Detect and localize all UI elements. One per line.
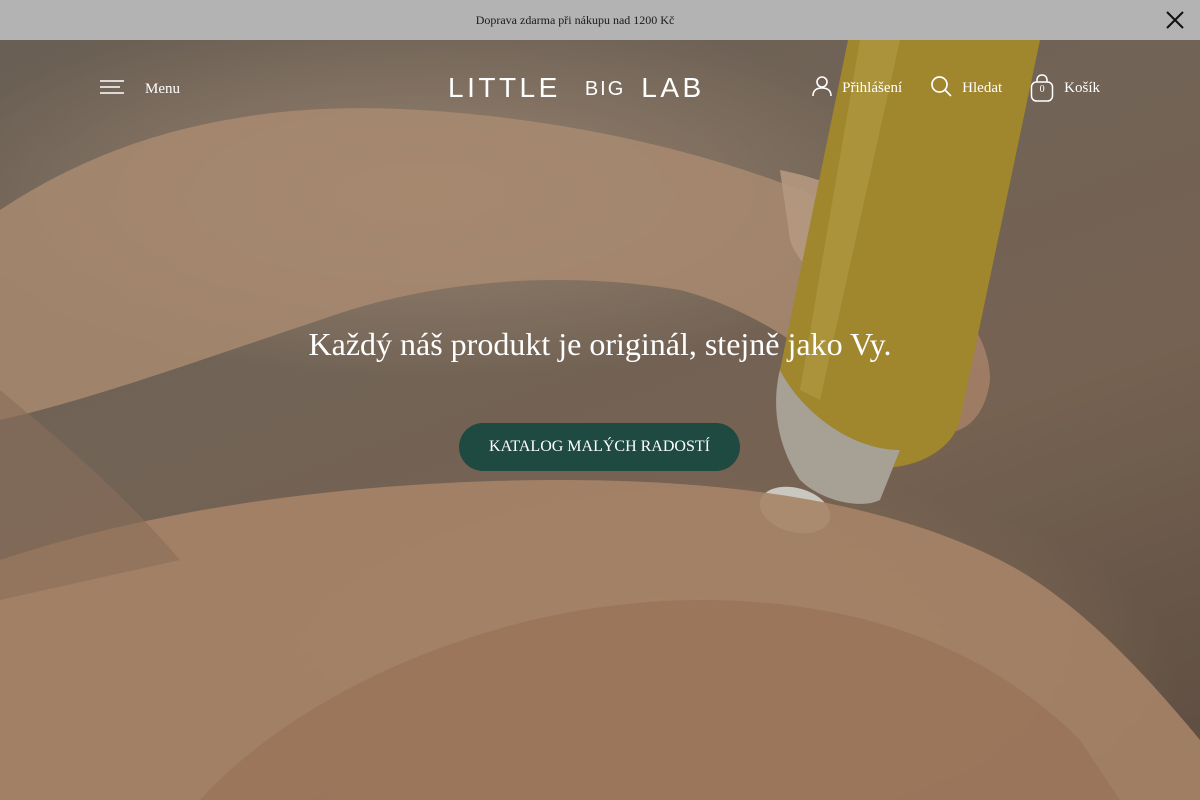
header-actions: Přihlášení Hledat 0 Košík bbox=[784, 74, 1100, 102]
search-label: Hledat bbox=[962, 79, 1003, 96]
menu-button[interactable]: Menu bbox=[100, 76, 180, 102]
login-link[interactable]: Přihlášení bbox=[812, 75, 902, 102]
hero-content: Každý náš produkt je originál, stejně ja… bbox=[0, 326, 1200, 363]
search-icon bbox=[930, 75, 952, 102]
shopping-bag-icon: 0 bbox=[1030, 74, 1054, 102]
site-logo[interactable]: LITTLE BIG LAB bbox=[448, 72, 705, 103]
close-icon[interactable] bbox=[1164, 9, 1186, 31]
announcement-bar: Doprava zdarma při nákupu nad 1200 Kč bbox=[0, 0, 1200, 40]
hero-image bbox=[0, 40, 1200, 800]
user-icon bbox=[812, 75, 832, 102]
logo-lab: LAB bbox=[641, 72, 705, 103]
hero-overlay bbox=[0, 40, 1200, 800]
cart-label: Košík bbox=[1064, 79, 1100, 96]
login-label: Přihlášení bbox=[842, 79, 903, 96]
announcement-text: Doprava zdarma při nákupu nad 1200 Kč bbox=[475, 12, 675, 27]
logo-big: BIG bbox=[584, 77, 626, 100]
cart-link[interactable]: 0 Košík bbox=[1030, 74, 1100, 102]
cart-count: 0 bbox=[1039, 84, 1045, 95]
logo-little: LITTLE bbox=[448, 72, 561, 103]
page: Doprava zdarma při nákupu nad 1200 Kč Me… bbox=[0, 0, 1200, 800]
hamburger-icon bbox=[100, 79, 124, 100]
site-header: Menu LITTLE BIG LAB Přihlášení Hledat 0 … bbox=[0, 40, 1200, 136]
hero-headline: Každý náš produkt je originál, stejně ja… bbox=[308, 326, 892, 362]
menu-label: Menu bbox=[145, 80, 180, 97]
search-link[interactable]: Hledat bbox=[930, 75, 1002, 102]
catalog-button[interactable]: KATALOG MALÝCH RADOSTÍ bbox=[459, 423, 740, 471]
